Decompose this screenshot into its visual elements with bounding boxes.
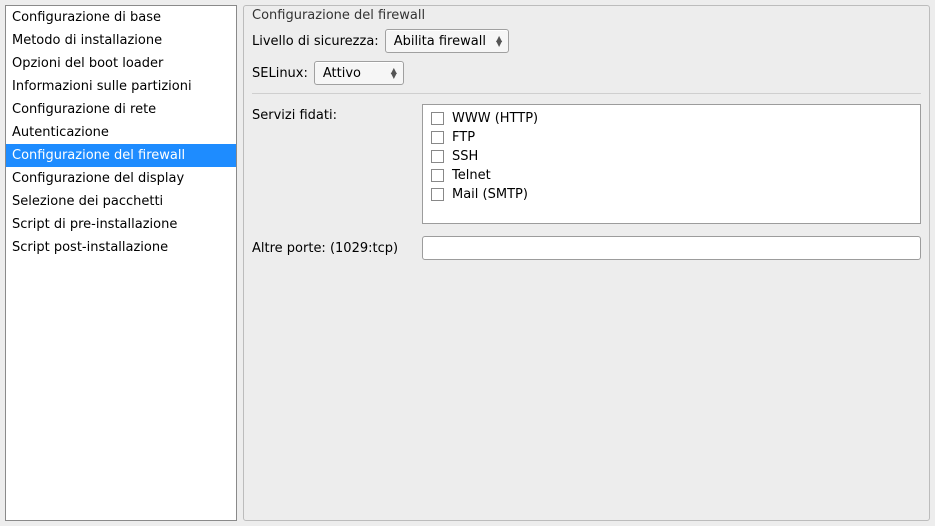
sidebar-item-label: Selezione dei pacchetti bbox=[12, 194, 163, 209]
sidebar-item-package-selection[interactable]: Selezione dei pacchetti bbox=[6, 190, 236, 213]
service-item-ssh[interactable]: SSH bbox=[423, 147, 920, 166]
security-level-value: Abilita firewall bbox=[394, 34, 486, 49]
sidebar-item-label: Autenticazione bbox=[12, 125, 109, 140]
other-ports-row: Altre porte: (1029:tcp) bbox=[252, 236, 921, 260]
service-label: Mail (SMTP) bbox=[452, 187, 528, 202]
service-item-telnet[interactable]: Telnet bbox=[423, 166, 920, 185]
sidebar-item-label: Configurazione di base bbox=[12, 10, 161, 25]
sidebar-item-install-method[interactable]: Metodo di installazione bbox=[6, 29, 236, 52]
selinux-row: SELinux: Attivo ▲▼ bbox=[252, 61, 921, 85]
spinner-icon: ▲▼ bbox=[496, 36, 502, 46]
sidebar-item-label: Opzioni del boot loader bbox=[12, 56, 163, 71]
checkbox[interactable] bbox=[431, 131, 444, 144]
sidebar-item-display-config[interactable]: Configurazione del display bbox=[6, 167, 236, 190]
checkbox[interactable] bbox=[431, 169, 444, 182]
service-label: FTP bbox=[452, 130, 475, 145]
checkbox[interactable] bbox=[431, 112, 444, 125]
security-level-row: Livello di sicurezza: Abilita firewall ▲… bbox=[252, 29, 921, 53]
security-level-select[interactable]: Abilita firewall ▲▼ bbox=[385, 29, 509, 53]
sidebar-item-pre-install-script[interactable]: Script di pre-installazione bbox=[6, 213, 236, 236]
panel-title: Configurazione del firewall bbox=[252, 8, 921, 23]
sidebar-item-label: Metodo di installazione bbox=[12, 33, 162, 48]
checkbox[interactable] bbox=[431, 150, 444, 163]
sidebar-item-label: Script post-installazione bbox=[12, 240, 168, 255]
service-label: WWW (HTTP) bbox=[452, 111, 538, 126]
trusted-services-row: Servizi fidati: WWW (HTTP) FTP SSH Telne… bbox=[252, 104, 921, 224]
spinner-icon: ▲▼ bbox=[391, 68, 397, 78]
trusted-services-label: Servizi fidati: bbox=[252, 104, 412, 123]
checkbox[interactable] bbox=[431, 188, 444, 201]
security-level-label: Livello di sicurezza: bbox=[252, 34, 379, 49]
sidebar-item-boot-loader[interactable]: Opzioni del boot loader bbox=[6, 52, 236, 75]
other-ports-input[interactable] bbox=[422, 236, 921, 260]
sidebar-item-base-config[interactable]: Configurazione di base bbox=[6, 6, 236, 29]
service-label: SSH bbox=[452, 149, 478, 164]
service-item-www[interactable]: WWW (HTTP) bbox=[423, 109, 920, 128]
selinux-label: SELinux: bbox=[252, 66, 308, 81]
divider bbox=[252, 93, 921, 94]
sidebar-item-label: Script di pre-installazione bbox=[12, 217, 177, 232]
sidebar-item-label: Informazioni sulle partizioni bbox=[12, 79, 192, 94]
sidebar: Configurazione di base Metodo di install… bbox=[5, 5, 237, 521]
sidebar-item-post-install-script[interactable]: Script post-installazione bbox=[6, 236, 236, 259]
other-ports-label: Altre porte: (1029:tcp) bbox=[252, 241, 412, 256]
sidebar-item-authentication[interactable]: Autenticazione bbox=[6, 121, 236, 144]
sidebar-item-firewall[interactable]: Configurazione del firewall bbox=[6, 144, 236, 167]
service-item-mail[interactable]: Mail (SMTP) bbox=[423, 185, 920, 204]
selinux-value: Attivo bbox=[323, 66, 361, 81]
trusted-services-list: WWW (HTTP) FTP SSH Telnet Mail (SMTP) bbox=[422, 104, 921, 224]
selinux-select[interactable]: Attivo ▲▼ bbox=[314, 61, 404, 85]
service-label: Telnet bbox=[452, 168, 491, 183]
sidebar-item-label: Configurazione del firewall bbox=[12, 148, 185, 163]
sidebar-item-label: Configurazione di rete bbox=[12, 102, 156, 117]
sidebar-item-partition-info[interactable]: Informazioni sulle partizioni bbox=[6, 75, 236, 98]
sidebar-item-label: Configurazione del display bbox=[12, 171, 184, 186]
main-panel: Configurazione del firewall Livello di s… bbox=[243, 5, 930, 521]
sidebar-item-network-config[interactable]: Configurazione di rete bbox=[6, 98, 236, 121]
service-item-ftp[interactable]: FTP bbox=[423, 128, 920, 147]
